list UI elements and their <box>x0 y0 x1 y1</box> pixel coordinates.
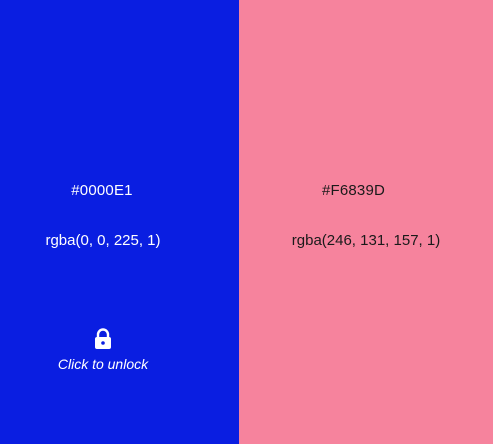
color-palette: #0000E1 rgba(0, 0, 225, 1) Click to unlo… <box>0 0 493 444</box>
hex-value[interactable]: #F6839D <box>239 182 468 199</box>
rgba-value[interactable]: rgba(246, 131, 157, 1) <box>239 232 493 249</box>
lock-label: Click to unlock <box>57 356 149 372</box>
rgba-value[interactable]: rgba(0, 0, 225, 1) <box>0 232 206 249</box>
color-swatch-2[interactable]: #F6839D rgba(246, 131, 157, 1) <box>239 0 493 444</box>
hex-value[interactable]: #0000E1 <box>0 182 204 199</box>
color-swatch-1[interactable]: #0000E1 rgba(0, 0, 225, 1) Click to unlo… <box>0 0 239 444</box>
lock-icon <box>95 328 111 349</box>
lock-button[interactable]: Click to unlock <box>0 328 206 372</box>
